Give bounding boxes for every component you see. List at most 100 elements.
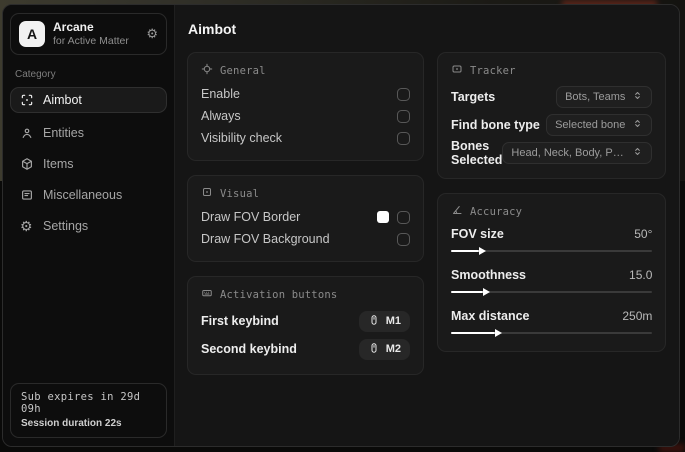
setting-label: Enable	[201, 87, 240, 101]
page-title: Aimbot	[188, 21, 237, 37]
keybind-value: M2	[385, 343, 401, 355]
brand-name: Arcane	[53, 20, 94, 34]
targets-dropdown[interactable]: Bots, Teams	[556, 86, 653, 108]
person-scan-icon	[20, 126, 34, 140]
setting-label: Visibility check	[201, 131, 283, 145]
crosshair-scan-icon	[20, 93, 34, 107]
card-title: Tracker	[470, 64, 516, 77]
setting-label: Smoothness	[451, 268, 527, 282]
setting-label: Draw FOV Border	[201, 210, 301, 224]
card-tracker: Tracker Targets Bots, Teams Find bone ty…	[437, 52, 667, 179]
setting-label: Find bone type	[451, 118, 540, 132]
dropdown-value: Selected bone	[555, 119, 626, 131]
session-duration-text: Session duration 22s	[21, 418, 122, 429]
setting-row: Enable	[201, 83, 410, 105]
keybind-value: M1	[385, 315, 401, 327]
setting-label: Max distance	[451, 309, 530, 323]
sidebar-nav: Aimbot Entities Items Miscellaneous ⚙ Se…	[10, 87, 167, 244]
setting-row: Draw FOV Background	[201, 228, 410, 250]
card-title: Activation buttons	[220, 288, 338, 301]
brand-logo-letter: A	[26, 26, 38, 43]
card-activation-header: Activation buttons	[201, 287, 410, 302]
card-visual-header: Visual	[201, 186, 410, 201]
crosshair-icon	[201, 63, 213, 78]
card-tracker-header: Tracker	[451, 63, 652, 78]
category-label: Category	[15, 69, 56, 81]
dropdown-value: Bots, Teams	[565, 91, 626, 103]
fov-size-slider[interactable]	[451, 246, 653, 256]
sidebar-item-settings[interactable]: ⚙ Settings	[10, 213, 167, 239]
always-checkbox[interactable]	[397, 109, 410, 123]
sidebar-item-label: Entities	[43, 126, 84, 141]
frame-icon	[201, 186, 213, 201]
sidebar-item-label: Items	[43, 157, 74, 172]
setting-label: Targets	[451, 90, 496, 104]
sidebar-item-miscellaneous[interactable]: Miscellaneous	[10, 182, 167, 208]
right-column: Tracker Targets Bots, Teams Find bone ty…	[437, 52, 667, 366]
brand-card: A Arcane for Active Matter ⚙	[10, 13, 167, 56]
sidebar-item-entities[interactable]: Entities	[10, 120, 167, 146]
fov-border-color-swatch[interactable]	[377, 211, 389, 223]
sidebar-item-label: Settings	[43, 219, 89, 234]
cube-icon	[20, 157, 34, 171]
find-bone-type-dropdown[interactable]: Selected bone	[546, 114, 653, 136]
draw-fov-background-checkbox[interactable]	[397, 232, 410, 246]
expand-icon	[632, 118, 643, 132]
brand-text: Arcane for Active Matter	[53, 20, 129, 48]
slider-fill	[451, 329, 503, 337]
setting-row: Visibility check	[201, 127, 410, 149]
card-title: Visual	[220, 187, 260, 200]
setting-row: Targets Bots, Teams	[451, 83, 653, 111]
setting-row: First keybind M1	[201, 307, 410, 335]
brand-logo: A	[19, 21, 45, 48]
setting-row: Find bone type Selected bone	[451, 111, 653, 139]
angle-icon	[451, 204, 463, 219]
slider-fill	[451, 288, 491, 296]
setting-label: First keybind	[201, 314, 279, 328]
mouse-icon	[368, 314, 380, 329]
enable-checkbox[interactable]	[397, 87, 410, 101]
slider-row: Smoothness 15.0	[451, 265, 653, 297]
card-title: General	[220, 64, 266, 77]
sub-expires-text: Sub expires in 29d 09h	[21, 391, 141, 415]
tracker-icon	[451, 63, 463, 78]
expand-icon	[632, 90, 643, 104]
card-activation-buttons: Activation buttons First keybind M1 Seco…	[187, 276, 424, 375]
slider-fill	[451, 247, 487, 255]
slider-row: Max distance 250m	[451, 306, 653, 338]
card-title: Accuracy	[470, 205, 523, 218]
dropdown-value: Head, Neck, Body, Pe...	[511, 147, 626, 159]
setting-label: Second keybind	[201, 342, 297, 356]
sidebar: A Arcane for Active Matter ⚙ Category Ai…	[3, 5, 175, 446]
first-keybind-button[interactable]: M1	[358, 310, 410, 332]
cards-columns: General Enable Always Visibility check V…	[187, 52, 667, 389]
account-settings-gear-icon[interactable]: ⚙	[146, 26, 158, 42]
max-distance-slider[interactable]	[451, 328, 653, 338]
mouse-icon	[368, 342, 380, 357]
setting-label: FOV size	[451, 227, 504, 241]
slider-value: 50°	[634, 227, 653, 241]
card-visual: Visual Draw FOV Border Draw FOV Backgrou…	[187, 175, 424, 262]
sidebar-item-label: Aimbot	[43, 93, 82, 108]
setting-controls	[377, 210, 410, 224]
sidebar-item-label: Miscellaneous	[43, 188, 123, 203]
setting-label: Draw FOV Background	[201, 232, 330, 246]
smoothness-slider[interactable]	[451, 287, 653, 297]
setting-label: Bones Selected	[451, 139, 503, 167]
card-accuracy: Accuracy FOV size 50° Smoothness 15.0 Ma…	[437, 193, 667, 352]
bones-selected-dropdown[interactable]: Head, Neck, Body, Pe...	[502, 142, 653, 164]
main-panel: Aimbot General Enable Always Visibility …	[175, 5, 679, 446]
second-keybind-button[interactable]: M2	[358, 338, 410, 360]
brand-subtitle: for Active Matter	[53, 35, 129, 47]
sidebar-item-items[interactable]: Items	[10, 151, 167, 177]
subscription-info-box: Sub expires in 29d 09h Session duration …	[10, 383, 167, 438]
draw-fov-border-checkbox[interactable]	[397, 210, 410, 224]
sidebar-item-aimbot[interactable]: Aimbot	[10, 87, 167, 114]
cheat-menu-window: A Arcane for Active Matter ⚙ Category Ai…	[2, 4, 680, 447]
setting-row: Always	[201, 105, 410, 127]
card-general: General Enable Always Visibility check	[187, 52, 424, 161]
slider-value: 15.0	[629, 268, 653, 282]
gear-icon: ⚙	[20, 218, 33, 235]
visibility-check-checkbox[interactable]	[397, 131, 410, 145]
keyboard-icon	[201, 287, 213, 302]
